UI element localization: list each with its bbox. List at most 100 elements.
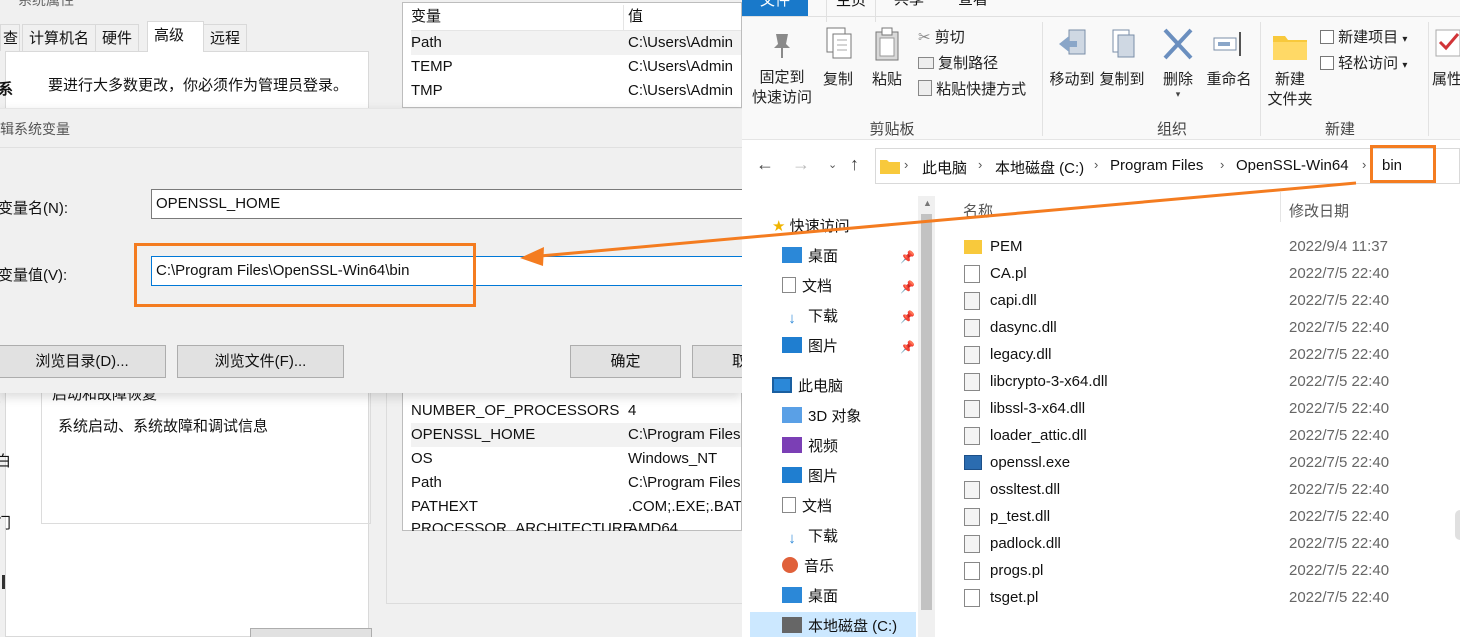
tab-view[interactable]: 查看 — [958, 0, 988, 14]
easy-access-button[interactable]: 轻松访问 ▾ — [1320, 52, 1407, 73]
dll-icon — [964, 400, 980, 418]
dll-icon — [964, 481, 980, 499]
nav-scrollbar[interactable]: ▲ — [918, 196, 935, 637]
cancel-button[interactable]: 取 — [692, 345, 742, 378]
var-name: OPENSSL_HOME — [411, 426, 536, 443]
file-name: CA.pl — [990, 265, 1027, 282]
tab-home[interactable]: 主页 — [826, 0, 876, 22]
copy-label: 复制 — [822, 71, 853, 88]
browse-file-button[interactable]: 浏览文件(F)... — [177, 345, 344, 378]
file-row[interactable]: loader_attic.dll 2022/7/5 22:40 — [964, 422, 1444, 449]
edge-char: 门 — [0, 515, 12, 532]
pin-icon: 📌 — [900, 280, 915, 294]
nav-item-selected[interactable]: 本地磁盘 (C:) — [750, 612, 916, 637]
tab-file[interactable]: 文件 — [742, 0, 808, 16]
paste-button[interactable]: 粘贴 — [866, 26, 908, 90]
move-to-button[interactable]: 移动到 — [1046, 26, 1098, 90]
tab-truncated[interactable]: 查 — [0, 24, 20, 51]
var-value: C:\Users\Admin — [628, 58, 734, 75]
tab-advanced[interactable]: 高级 — [147, 21, 204, 52]
browse-directory-button[interactable]: 浏览目录(D)... — [0, 345, 166, 378]
nav-quick-access[interactable]: ★ 快速访问 — [772, 212, 850, 242]
tab-share[interactable]: 共享 — [894, 0, 924, 14]
file-row[interactable]: PEM 2022/9/4 11:37 — [964, 233, 1444, 260]
rename-button[interactable]: 重命名 — [1204, 26, 1254, 90]
column-header-variable[interactable]: 变量 — [411, 5, 626, 29]
nav-item[interactable]: 文档 — [782, 272, 832, 302]
nav-item[interactable]: 音乐 — [782, 552, 834, 582]
file-row[interactable]: p_test.dll 2022/7/5 22:40 — [964, 503, 1444, 530]
variable-name-input[interactable]: OPENSSL_HOME — [151, 189, 742, 219]
breadcrumb-this-pc[interactable]: 此电脑 — [922, 157, 967, 178]
new-item-button[interactable]: 新建项目 ▾ — [1320, 26, 1407, 47]
table-row[interactable]: OS Windows_NT — [411, 447, 741, 471]
paste-icon — [875, 27, 899, 61]
tab-computer-name[interactable]: 计算机名 — [22, 24, 97, 51]
file-row[interactable]: capi.dll 2022/7/5 22:40 — [964, 287, 1444, 314]
tab-hardware[interactable]: 硬件 — [95, 24, 140, 51]
table-row[interactable]: NUMBER_OF_PROCESSORS 4 — [411, 399, 741, 423]
up-arrow-icon[interactable]: ↑ — [850, 154, 859, 175]
properties-label: 属性 — [1432, 71, 1460, 88]
file-date: 2022/7/5 22:40 — [1289, 589, 1390, 606]
file-row[interactable]: legacy.dll 2022/7/5 22:40 — [964, 341, 1444, 368]
column-header-value[interactable]: 值 — [628, 5, 643, 29]
file-row[interactable]: ossltest.dll 2022/7/5 22:40 — [964, 476, 1444, 503]
delete-button[interactable]: 删除 ▾ — [1156, 26, 1200, 99]
table-row[interactable]: PATHEXT .COM;.EXE;.BAT; — [411, 495, 741, 519]
file-row[interactable]: dasync.dll 2022/7/5 22:40 — [964, 314, 1444, 341]
file-row[interactable]: tsget.pl 2022/7/5 22:40 — [964, 584, 1444, 611]
user-variables-list[interactable]: 变量 值 Path C:\Users\Admin TEMP C:\Users\A… — [402, 2, 742, 108]
nav-item[interactable]: 桌面 — [782, 242, 838, 272]
copy-button[interactable]: 复制 — [818, 26, 858, 90]
nav-item[interactable]: 视频 — [782, 432, 838, 462]
nav-this-pc[interactable]: 此电脑 — [772, 372, 843, 402]
breadcrumb-program-files[interactable]: Program Files — [1110, 157, 1203, 174]
forward-arrow-icon[interactable]: → — [792, 154, 810, 175]
nav-item[interactable]: 图片 — [782, 332, 838, 362]
file-name: dasync.dll — [990, 319, 1057, 336]
back-arrow-icon[interactable]: ← — [756, 154, 774, 175]
breadcrumb-openssl[interactable]: OpenSSL-Win64 — [1236, 157, 1349, 174]
tab-remote[interactable]: 远程 — [203, 24, 248, 51]
nav-item[interactable]: ↓ 下载 — [782, 302, 838, 332]
pin-label: 固定到 快速访问 — [751, 69, 812, 106]
table-row[interactable]: Path C:\Users\Admin — [411, 31, 741, 55]
new-folder-button[interactable]: 新建 文件夹 — [1264, 26, 1316, 110]
nav-item[interactable]: 文档 — [782, 492, 832, 522]
column-header-date[interactable]: 修改日期 — [1289, 200, 1349, 221]
nav-item[interactable]: ↓ 下载 — [782, 522, 838, 552]
chevron-right-icon: › — [904, 157, 909, 172]
system-variables-list[interactable]: NUMBER_OF_PROCESSORS 4 OPENSSL_HOME C:\P… — [402, 393, 742, 531]
column-header-name[interactable]: 名称 — [963, 200, 993, 221]
table-row[interactable]: OPENSSL_HOME C:\Program Files — [411, 423, 741, 447]
table-row[interactable]: Path C:\Program Files — [411, 471, 741, 495]
pin-quick-access-button[interactable]: 固定到 快速访问 — [748, 30, 816, 108]
recent-dropdown-icon[interactable]: ⌄ — [828, 158, 837, 171]
settings-button-partial[interactable] — [250, 628, 372, 637]
paste-shortcut-button[interactable]: 粘贴快捷方式 — [918, 78, 1026, 99]
copy-to-button[interactable]: 复制到 — [1096, 26, 1148, 90]
nav-item[interactable]: 桌面 — [782, 582, 838, 612]
scrollbar-thumb[interactable] — [921, 214, 932, 610]
breadcrumb-local-disk[interactable]: 本地磁盘 (C:) — [995, 157, 1084, 178]
file-row[interactable]: CA.pl 2022/7/5 22:40 — [964, 260, 1444, 287]
table-row[interactable]: TEMP C:\Users\Admin — [411, 55, 741, 79]
table-row[interactable]: PROCESSOR_ARCHITECTURE AMD64 — [411, 519, 741, 531]
file-row[interactable]: progs.pl 2022/7/5 22:40 — [964, 557, 1444, 584]
file-date: 2022/7/5 22:40 — [1289, 373, 1390, 390]
file-row[interactable]: padlock.dll 2022/7/5 22:40 — [964, 530, 1444, 557]
file-row[interactable]: libssl-3-x64.dll 2022/7/5 22:40 — [964, 395, 1444, 422]
properties-button[interactable]: 属性 — [1432, 26, 1460, 90]
scroll-up-icon[interactable]: ▲ — [923, 198, 932, 208]
easy-access-label: 轻松访问 — [1338, 55, 1399, 72]
ok-button[interactable]: 确定 — [570, 345, 681, 378]
table-row[interactable]: TMP C:\Users\Admin — [411, 79, 741, 103]
scroll-indicator[interactable] — [1455, 510, 1460, 540]
cut-button[interactable]: ✂ 剪切 — [918, 26, 965, 47]
nav-item[interactable]: 3D 对象 — [782, 402, 861, 432]
copy-path-button[interactable]: 复制路径 — [918, 52, 998, 73]
nav-item[interactable]: 图片 — [782, 462, 838, 492]
file-row[interactable]: openssl.exe 2022/7/5 22:40 — [964, 449, 1444, 476]
file-row[interactable]: libcrypto-3-x64.dll 2022/7/5 22:40 — [964, 368, 1444, 395]
